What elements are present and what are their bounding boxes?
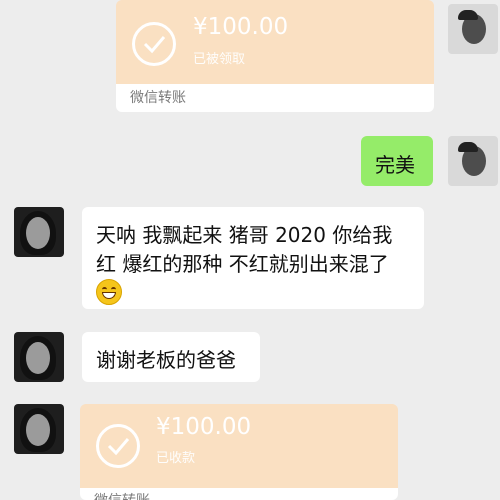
message-bubble[interactable]: 天呐 我飘起来 猪哥 2020 你给我 红 爆红的那种 不红就别出来混了 [82, 207, 424, 309]
transfer-footer: 微信转账 [80, 488, 398, 500]
message-text: 谢谢老板的爸爸 [96, 348, 236, 372]
grinning-face-emoji [96, 278, 122, 305]
message-bubble[interactable]: 谢谢老板的爸爸 [82, 332, 260, 382]
transfer-card-1[interactable]: ¥100.00 已被领取 [116, 0, 434, 84]
transfer-status: 已被领取 [193, 52, 246, 67]
avatar[interactable] [14, 207, 64, 257]
avatar[interactable] [448, 136, 498, 186]
transfer-card-2[interactable]: ¥100.00 已收款 [80, 404, 398, 488]
transfer-amount: ¥100.00 [156, 414, 252, 440]
check-icon [132, 22, 176, 66]
transfer-status: 已收款 [156, 451, 196, 466]
message-line: 红 爆红的那种 不红就别出来混了 [96, 252, 389, 276]
message-line: 天呐 我飘起来 猪哥 2020 你给我 [96, 223, 393, 247]
avatar[interactable] [14, 404, 64, 454]
transfer-footer: 微信转账 [116, 84, 434, 112]
avatar[interactable] [448, 4, 498, 54]
avatar[interactable] [14, 332, 64, 382]
check-icon [96, 424, 140, 468]
transfer-amount: ¥100.00 [193, 14, 289, 40]
message-bubble[interactable]: 完美 [361, 136, 433, 186]
message-text: 完美 [375, 153, 415, 177]
